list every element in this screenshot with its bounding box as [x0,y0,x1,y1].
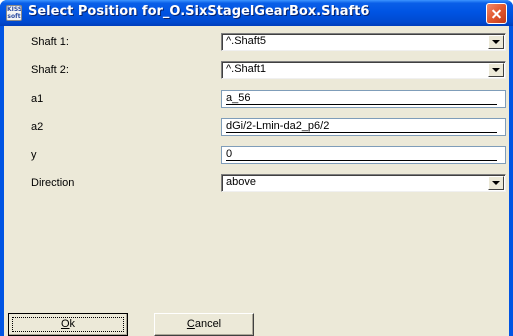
title-bar[interactable]: KISS soft Select Position for_O.SixStagel… [0,0,513,26]
a2-field-underline [226,132,497,133]
direction-dropdown[interactable]: above [221,174,506,192]
y-label: y [31,149,37,161]
ok-button-focus-rect [12,317,124,332]
cancel-button-label: ancel [194,318,222,330]
y-field-underline [226,160,497,161]
shaft2-dropdown[interactable]: ^.Shaft1 [221,61,506,79]
a2-field[interactable]: dGi/2-Lmin-da2_p6/2 [221,118,506,136]
shaft2-label: Shaft 2: [31,64,69,76]
chevron-down-icon [492,68,500,72]
y-field[interactable]: 0 [221,146,506,164]
direction-label: Direction [31,177,75,189]
shaft1-dropdown[interactable]: ^.Shaft5 [221,33,506,51]
ok-button[interactable]: Ok [8,313,128,336]
a1-field[interactable]: a_56 [221,90,506,108]
dialog-body: Shaft 1: ^.Shaft5 Shaft 2: ^.Shaft1 a1 a… [4,26,509,336]
direction-value: above [226,176,256,188]
direction-dropdown-button[interactable] [488,176,504,190]
cancel-button-mnemonic: C [186,318,195,330]
window-title: Select Position for_O.SixStagelGearBox.S… [28,4,370,19]
y-value: 0 [226,148,233,160]
shaft2-dropdown-button[interactable] [488,63,504,77]
shaft1-value: ^.Shaft5 [226,35,267,47]
a1-field-underline [226,104,497,105]
a2-value: dGi/2-Lmin-da2_p6/2 [226,120,330,132]
kisssoft-app-icon: KISS soft [6,5,22,21]
shaft1-dropdown-button[interactable] [488,35,504,49]
chevron-down-icon [492,40,500,44]
dialog-window: KISS soft Select Position for_O.SixStagel… [0,0,513,336]
close-button[interactable] [486,3,507,24]
a1-label: a1 [31,93,44,105]
shaft2-value: ^.Shaft1 [226,63,267,75]
a2-label: a2 [31,121,44,133]
chevron-down-icon [492,181,500,185]
shaft1-label: Shaft 1: [31,36,69,48]
a1-value: a_56 [226,92,251,104]
cancel-button[interactable]: Cancel [154,313,254,336]
